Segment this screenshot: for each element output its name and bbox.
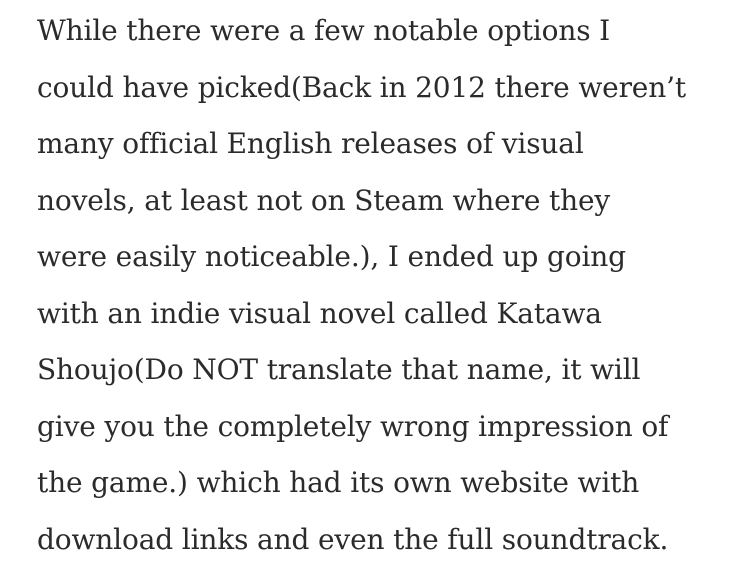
- paragraph-line: many official English releases of visual: [37, 116, 742, 173]
- paragraph-line: give you the completely wrong impression…: [37, 399, 742, 456]
- paragraph-line: Shoujo(Do NOT translate that name, it wi…: [37, 342, 742, 399]
- paragraph-line: were easily noticeable.), I ended up goi…: [37, 229, 742, 286]
- paragraph-line: novels, at least not on Steam where they: [37, 173, 742, 230]
- paragraph-line: could have picked(Back in 2012 there wer…: [37, 60, 742, 117]
- article-paragraph: While there were a few notable options I…: [37, 3, 742, 568]
- paragraph-line: While there were a few notable options I: [37, 3, 742, 60]
- paragraph-line: the game.) which had its own website wit…: [37, 455, 742, 512]
- paragraph-line: with an indie visual novel called Katawa: [37, 286, 742, 343]
